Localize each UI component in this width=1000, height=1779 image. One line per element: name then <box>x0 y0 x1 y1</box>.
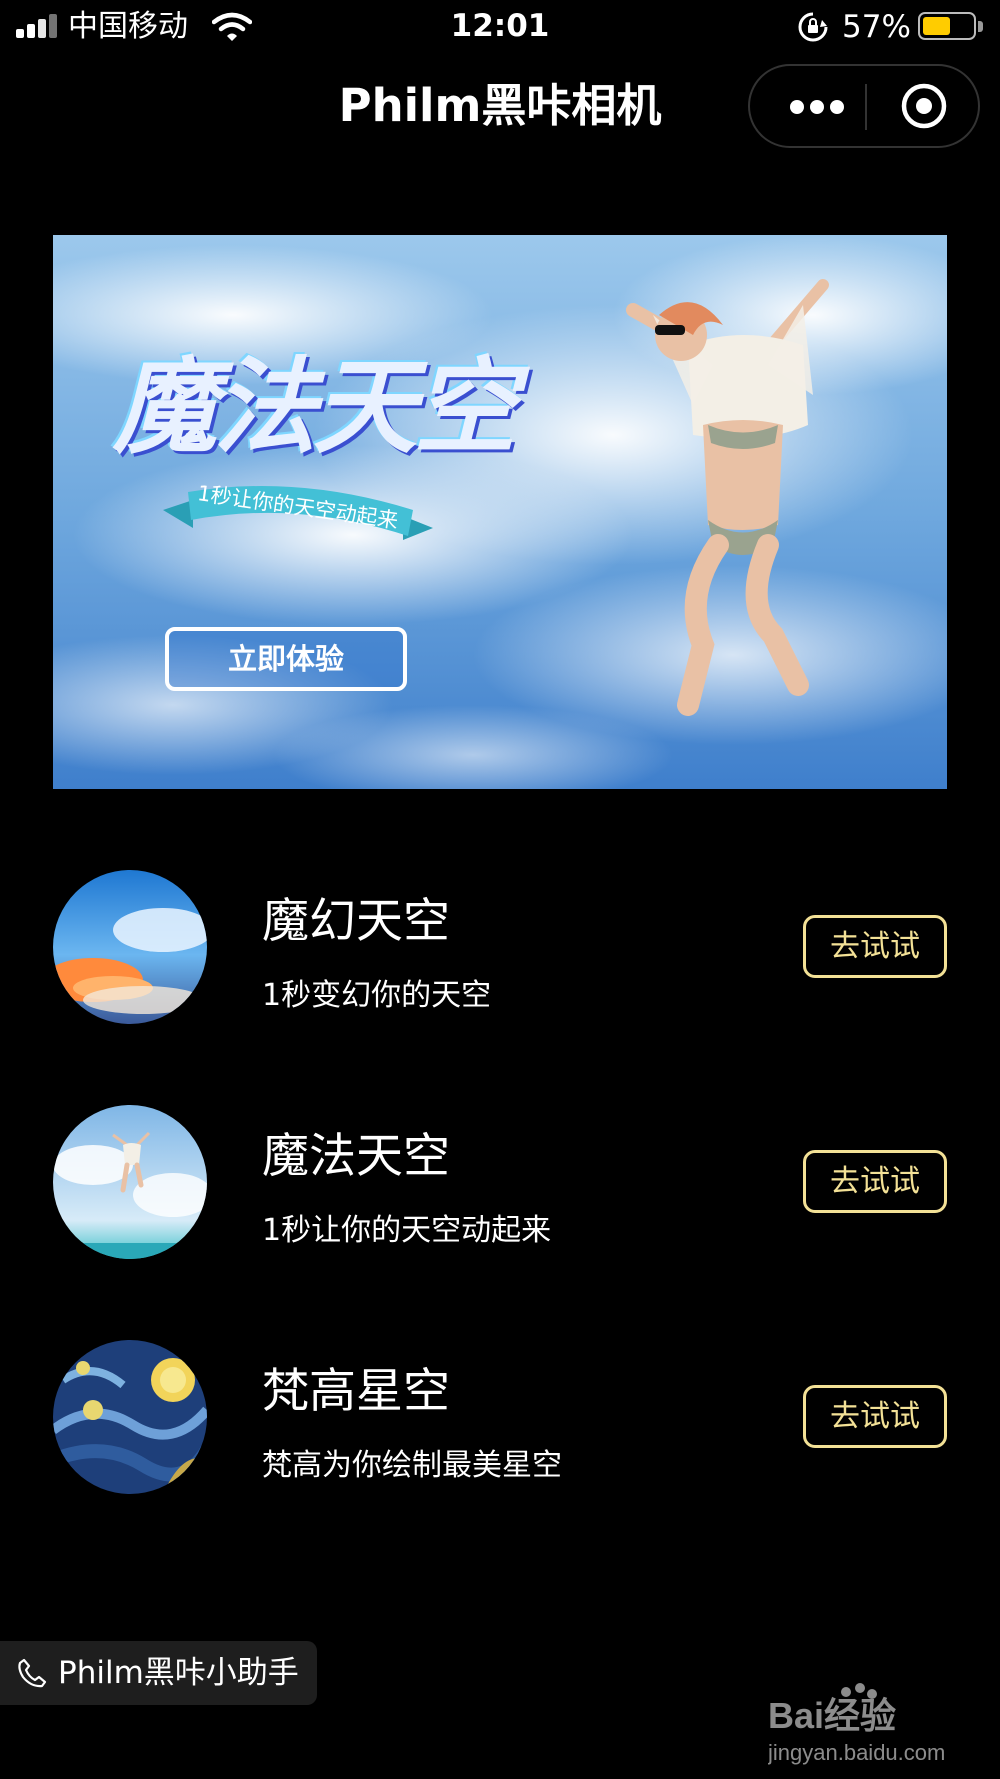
jumping-sky-thumbnail[interactable] <box>53 1105 207 1259</box>
try-button[interactable]: 去试试 <box>803 1150 947 1213</box>
promo-banner[interactable]: 魔法天空 1秒让你的天空动起来 立即体验 <box>53 235 947 789</box>
target-circle-icon[interactable] <box>898 80 950 132</box>
try-button[interactable]: 去试试 <box>803 1385 947 1448</box>
feature-description: 1秒变幻你的天空 <box>262 978 492 1013</box>
more-dots-icon[interactable] <box>772 76 862 136</box>
mini-program-capsule <box>748 64 980 148</box>
baidu-jingyan-watermark: Bai经验 jingyan.baidu.com <box>768 1683 945 1765</box>
feature-name: 魔幻天空 <box>262 894 450 949</box>
feature-name: 梵高星空 <box>262 1364 450 1419</box>
capsule-divider <box>865 84 867 130</box>
sunset-sky-thumbnail[interactable] <box>53 870 207 1024</box>
feature-description: 梵高为你绘制最美星空 <box>262 1448 562 1483</box>
app-screen: 中国移动 12:01 57% Philm黑咔相机 魔法天空 1秒让你的天空动起来… <box>0 0 1000 1779</box>
banner-title: 魔法天空 <box>113 346 517 468</box>
list-item-van-gogh-sky[interactable]: 梵高星空 梵高为你绘制最美星空 去试试 <box>53 1340 947 1496</box>
list-item-magic-sky[interactable]: 魔幻天空 1秒变幻你的天空 去试试 <box>53 870 947 1026</box>
feature-name: 魔法天空 <box>262 1129 450 1184</box>
orientation-lock-icon <box>798 12 828 42</box>
jumping-woman-image <box>626 279 829 716</box>
phone-icon <box>18 1658 47 1688</box>
try-button[interactable]: 去试试 <box>803 915 947 978</box>
battery-tip <box>978 21 983 32</box>
watermark-brand: Bai经验 <box>768 1695 896 1736</box>
battery-icon <box>918 12 976 40</box>
feature-description: 1秒让你的天空动起来 <box>262 1213 552 1248</box>
assistant-contact-button[interactable]: Philm黑咔小助手 <box>0 1641 317 1705</box>
try-now-button[interactable]: 立即体验 <box>165 627 407 691</box>
status-bar: 中国移动 12:01 57% <box>0 0 1000 54</box>
assistant-label: Philm黑咔小助手 <box>58 1655 299 1691</box>
list-item-magic-sky-2[interactable]: 魔法天空 1秒让你的天空动起来 去试试 <box>53 1105 947 1261</box>
starry-night-thumbnail[interactable] <box>53 1340 207 1494</box>
battery-percent: 57% <box>842 9 911 45</box>
watermark-url: jingyan.baidu.com <box>768 1740 945 1765</box>
